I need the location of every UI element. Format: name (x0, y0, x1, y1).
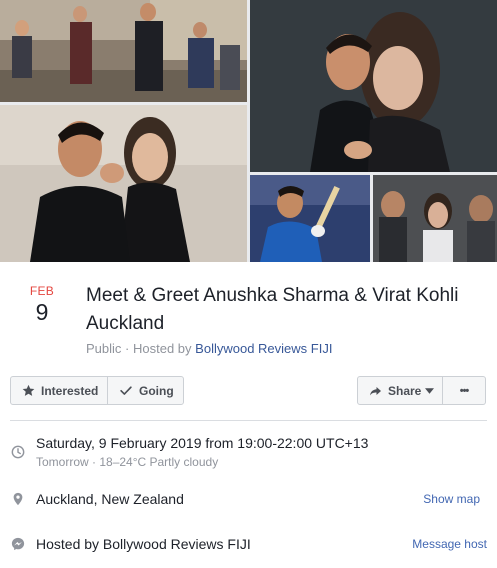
cover-photo-cricket (250, 175, 370, 262)
show-map-link[interactable]: Show map (423, 492, 480, 506)
check-icon (120, 386, 132, 395)
meta-separator: · (125, 341, 133, 356)
event-month: FEB (29, 284, 55, 298)
location-pin-icon (13, 492, 23, 506)
cover-photo-street (0, 0, 247, 102)
event-date-block: FEB 9 (22, 284, 62, 326)
event-privacy: Public (86, 341, 122, 356)
share-arrow-icon (370, 386, 381, 395)
share-label: Share (388, 383, 422, 398)
rsvp-button-group: Interested Going (10, 376, 184, 405)
interested-button[interactable]: Interested (11, 377, 108, 404)
event-title: Meet & Greet Anushka Sharma & Virat Kohl… (86, 285, 459, 334)
message-host-link[interactable]: Message host (412, 537, 487, 551)
section-divider (10, 420, 487, 421)
cover-photo-couple (0, 105, 247, 262)
share-button[interactable]: Share (357, 376, 443, 405)
more-options-button[interactable]: ••• (443, 376, 486, 405)
event-day: 9 (35, 299, 49, 325)
event-location[interactable]: Auckland, New Zealand (36, 491, 184, 507)
event-meta: Public · Hosted by Bollywood Reviews FIJ… (86, 341, 332, 356)
host-link[interactable]: Bollywood Reviews FIJI (195, 341, 332, 356)
more-options-icon: ••• (459, 384, 470, 397)
going-label: Going (139, 383, 174, 398)
star-icon (22, 384, 35, 396)
caret-down-icon (425, 387, 435, 394)
going-button[interactable]: Going (108, 377, 183, 404)
cover-photo-portrait (250, 0, 497, 172)
event-cover-photo[interactable] (0, 0, 497, 262)
hosted-by-prefix: Hosted by (133, 341, 192, 356)
messenger-icon (11, 537, 25, 551)
cover-photo-stadium (373, 175, 497, 262)
event-weather: Tomorrow · 18–24°C Partly cloudy (36, 455, 219, 469)
clock-icon (11, 445, 25, 459)
interested-label: Interested (41, 383, 99, 398)
event-datetime[interactable]: Saturday, 9 February 2019 from 19:00-22:… (36, 435, 368, 451)
hosted-by-text[interactable]: Hosted by Bollywood Reviews FIJI (36, 536, 251, 552)
